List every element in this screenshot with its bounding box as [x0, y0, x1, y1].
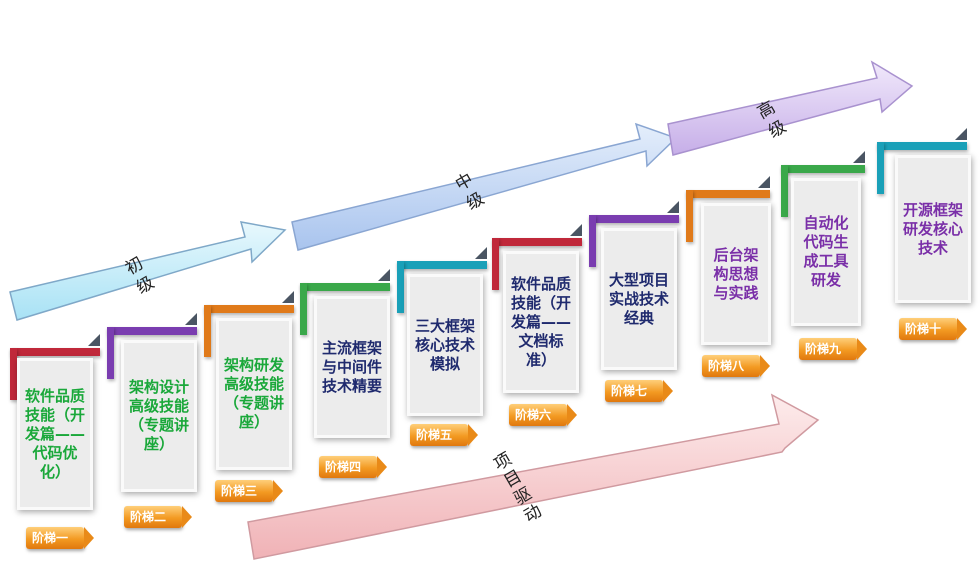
step-text: 架构研发高级技能（专题讲座） — [223, 356, 284, 431]
step-card: 架构设计高级技能（专题讲座） — [121, 340, 197, 492]
step-bracket — [781, 165, 865, 173]
step-bracket-side — [300, 283, 307, 335]
step-card: 大型项目实战技术经典 — [601, 228, 677, 370]
step-badge: 阶梯八 — [702, 355, 770, 377]
step-bracket — [589, 215, 679, 223]
step-card: 软件品质技能（开发篇——文档标准） — [503, 251, 579, 393]
step-corner-triangle — [570, 224, 582, 236]
step-bracket-side — [492, 238, 499, 290]
step-text: 三大框架核心技术模拟 — [414, 316, 475, 373]
step-corner-triangle — [758, 176, 770, 188]
step-text: 软件品质技能（开发篇——文档标准） — [510, 274, 571, 369]
step-corner-triangle — [955, 128, 967, 140]
step-text: 后台架构思想与实践 — [713, 245, 759, 302]
step-bracket-side — [107, 327, 114, 379]
step-card: 主流框架与中间件技术精要 — [314, 296, 390, 438]
step-bracket — [397, 261, 487, 269]
step-bracket — [300, 283, 390, 291]
step-text: 架构设计高级技能（专题讲座） — [128, 378, 189, 453]
step-badge: 阶梯一 — [26, 527, 94, 549]
step-text: 软件品质技能（开发篇——代码优化） — [24, 386, 85, 481]
step-badge: 阶梯五 — [410, 424, 478, 446]
step-text: 自动化代码生成工具研发 — [803, 214, 849, 289]
step-badge: 阶梯三 — [215, 480, 283, 502]
step-badge: 阶梯十 — [899, 318, 967, 340]
step-text: 主流框架与中间件技术精要 — [321, 338, 382, 395]
step-bracket — [204, 305, 294, 313]
step-corner-triangle — [185, 313, 197, 325]
step-corner-triangle — [853, 151, 865, 163]
step-corner-triangle — [88, 334, 100, 346]
step-badge: 阶梯七 — [605, 380, 673, 402]
advanced-arrow — [667, 60, 914, 156]
step-corner-triangle — [282, 291, 294, 303]
step-card: 三大框架核心技术模拟 — [407, 274, 483, 416]
step-bracket-side — [877, 142, 884, 194]
step-corner-triangle — [667, 201, 679, 213]
step-card: 后台架构思想与实践 — [701, 203, 771, 345]
step-badge: 阶梯四 — [319, 456, 387, 478]
step-badge: 阶梯九 — [799, 338, 867, 360]
step-bracket — [492, 238, 582, 246]
step-card: 自动化代码生成工具研发 — [791, 178, 861, 326]
step-bracket-side — [204, 305, 211, 357]
step-bracket-side — [589, 215, 596, 267]
step-bracket — [10, 348, 100, 356]
step-corner-triangle — [378, 269, 390, 281]
step-bracket-side — [10, 348, 17, 400]
step-card: 开源框架研发核心技术 — [895, 155, 971, 303]
step-bracket-side — [397, 261, 404, 313]
step-card: 架构研发高级技能（专题讲座） — [216, 318, 292, 470]
step-text: 开源框架研发核心技术 — [902, 200, 963, 257]
step-bracket — [107, 327, 197, 335]
step-bracket-side — [781, 165, 788, 217]
step-card: 软件品质技能（开发篇——代码优化） — [17, 358, 93, 510]
step-text: 大型项目实战技术经典 — [608, 270, 669, 327]
step-corner-triangle — [475, 247, 487, 259]
step-bracket-side — [686, 190, 693, 242]
step-bracket — [686, 190, 770, 198]
step-bracket — [877, 142, 967, 150]
step-badge: 阶梯二 — [124, 506, 192, 528]
step-badge: 阶梯六 — [509, 404, 577, 426]
